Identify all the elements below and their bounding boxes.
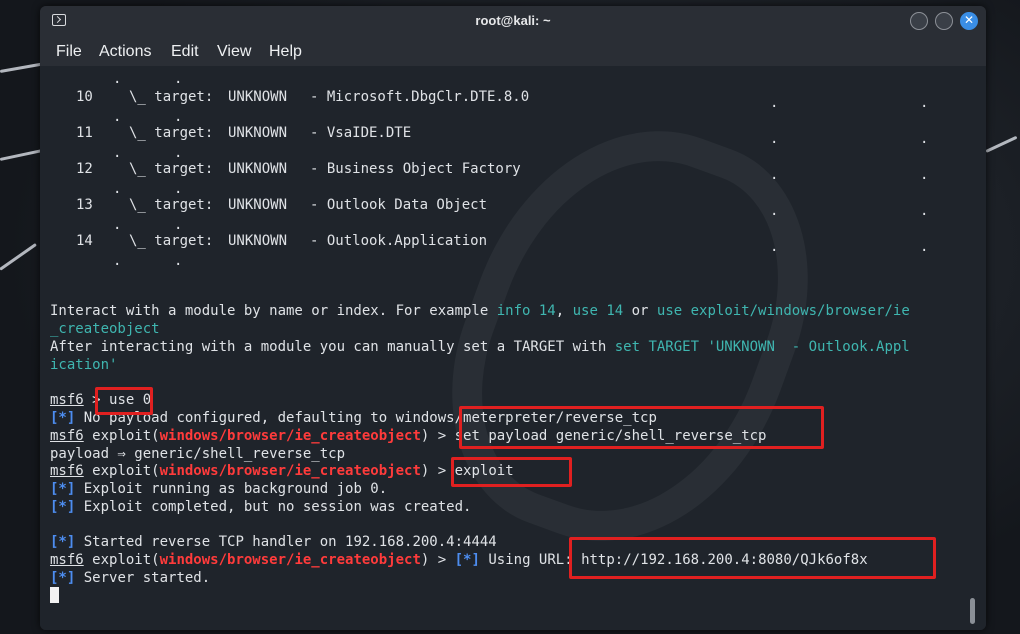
text-cursor [50, 587, 59, 603]
target-name: - Microsoft.DbgClr.DTE.8.0 [310, 89, 530, 105]
terminal-output[interactable]: .. 10 \_ target: UNKNOWN - Microsoft.Dbg… [40, 66, 986, 630]
minimize-icon[interactable] [910, 12, 928, 30]
output-line: [*] Exploit running as background job 0. [50, 481, 388, 497]
menu-edit[interactable]: Edit [171, 43, 199, 61]
maximize-icon[interactable] [935, 12, 953, 30]
highlight-box [451, 457, 572, 487]
menu-view[interactable]: View [217, 43, 251, 61]
output-line: [*] Exploit completed, but no session wa… [50, 499, 472, 515]
target-name: - Outlook Data Object [310, 197, 488, 213]
output-line: [*] Server started. [50, 570, 211, 586]
target-prefix: \_ target: [129, 233, 214, 249]
target-prefix: \_ target: [129, 89, 214, 105]
target-num: 14 [76, 233, 93, 249]
help-line: Interact with a module by name or index.… [50, 303, 910, 319]
close-icon[interactable]: ✕ [960, 12, 978, 30]
command-line: msf6 exploit(windows/browser/ie_createob… [50, 463, 514, 479]
output-line: payload ⇒ generic/shell_reverse_tcp [50, 446, 346, 462]
menu-file[interactable]: File [56, 43, 82, 61]
target-num: 13 [76, 197, 93, 213]
target-status: UNKNOWN [228, 161, 288, 177]
output-line: [*] Started reverse TCP handler on 192.1… [50, 534, 497, 550]
menu-actions[interactable]: Actions [99, 43, 151, 61]
help-line: ication' [50, 357, 118, 373]
target-prefix: \_ target: [129, 161, 214, 177]
target-num: 12 [76, 161, 93, 177]
help-line: _createobject [50, 321, 160, 337]
target-name: - Business Object Factory [310, 161, 521, 177]
menu-help[interactable]: Help [269, 43, 302, 61]
target-num: 10 [76, 89, 93, 105]
target-status: UNKNOWN [228, 197, 288, 213]
scrollbar[interactable] [970, 598, 975, 624]
help-line: After interacting with a module you can … [50, 339, 910, 355]
target-status: UNKNOWN [228, 125, 288, 141]
highlight-box [569, 537, 936, 579]
terminal-window: root@kali: ~ ✕ File Actions Edit View He… [40, 6, 986, 630]
target-prefix: \_ target: [129, 125, 214, 141]
target-status: UNKNOWN [228, 89, 288, 105]
target-status: UNKNOWN [228, 233, 288, 249]
target-name: - Outlook.Application [310, 233, 488, 249]
title-bar[interactable]: root@kali: ~ ✕ [40, 6, 986, 36]
highlight-box [95, 387, 153, 415]
target-name: - VsaIDE.DTE [310, 125, 412, 141]
target-prefix: \_ target: [129, 197, 214, 213]
menu-bar: File Actions Edit View Help [40, 36, 986, 66]
highlight-box [459, 406, 824, 449]
target-num: 11 [76, 125, 93, 141]
window-title: root@kali: ~ [475, 13, 551, 28]
